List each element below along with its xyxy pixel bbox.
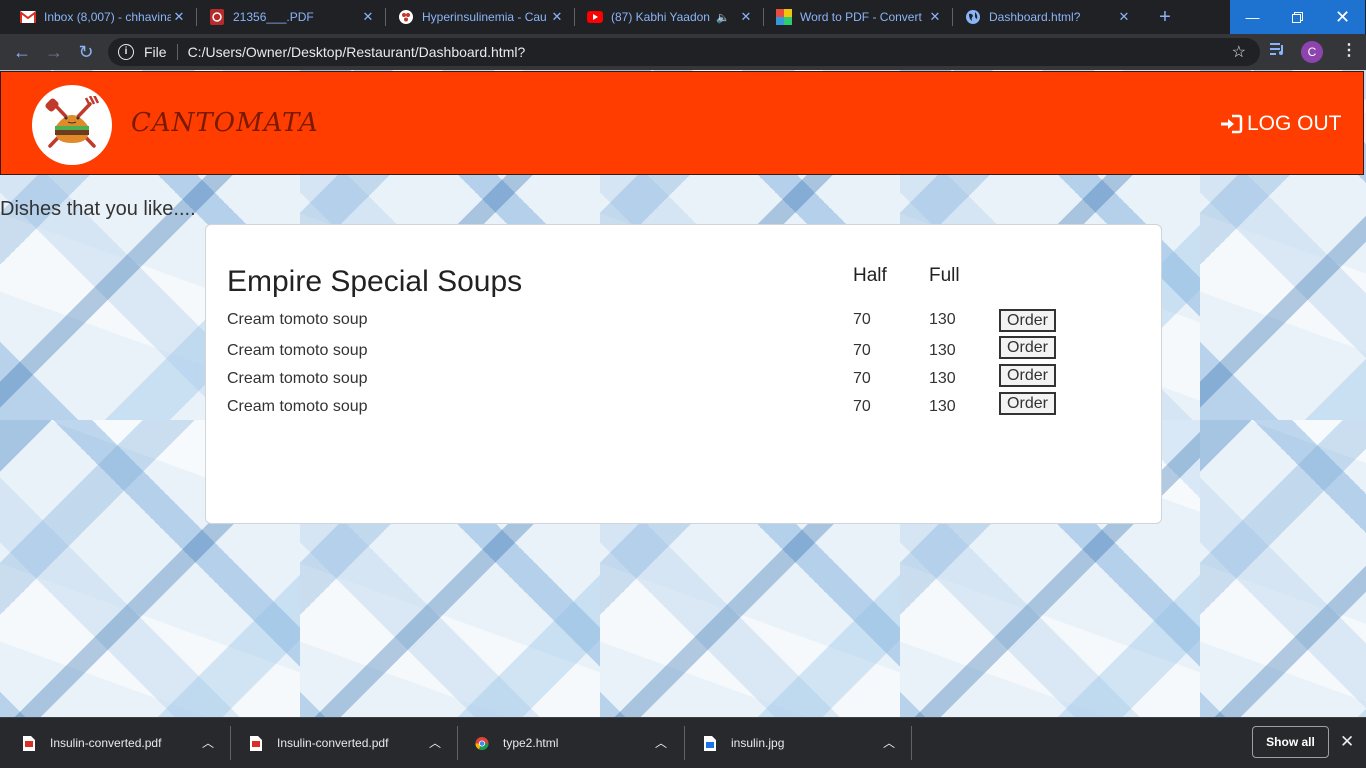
tab-strip: Inbox (8,007) - chhavina ✕ 21356___.PDF …	[0, 0, 1366, 34]
full-price: 130	[929, 398, 956, 415]
menu-kebab-icon[interactable]: ⋮	[1341, 40, 1357, 60]
pdf-file-icon	[249, 735, 263, 751]
chevron-up-icon[interactable]: ︿	[202, 734, 214, 751]
order-button[interactable]: Order	[999, 364, 1056, 387]
site-icon	[398, 9, 414, 25]
menu-item-row: Cream tomoto soup 70 130 Order	[206, 364, 1161, 394]
show-all-button[interactable]: Show all	[1252, 726, 1329, 758]
half-price: 70	[853, 311, 871, 328]
order-button[interactable]: Order	[999, 392, 1056, 415]
tab-title: 21356___.PDF	[233, 10, 314, 24]
chevron-up-icon[interactable]: ︿	[883, 734, 895, 751]
reload-icon[interactable]: ↻	[76, 42, 96, 62]
full-price: 130	[929, 342, 956, 359]
chrome-icon	[475, 735, 489, 751]
sign-in-icon	[1219, 114, 1243, 134]
dish-name: Cream tomoto soup	[227, 342, 368, 359]
close-tab-icon[interactable]: ✕	[171, 9, 187, 25]
tab-gmail[interactable]: Inbox (8,007) - chhavina ✕	[0, 0, 197, 34]
menu-item-row: Cream tomoto soup 70 130 Order	[206, 309, 1161, 335]
tab-word-to-pdf[interactable]: Word to PDF - Convert ✕	[756, 0, 953, 34]
url-text[interactable]: C:/Users/Owner/Desktop/Restaurant/Dashbo…	[188, 44, 526, 60]
bookmark-star-icon[interactable]: ☆	[1232, 42, 1246, 62]
full-price: 130	[929, 370, 956, 387]
url-scheme: File	[144, 44, 167, 60]
tab-pdf[interactable]: 21356___.PDF ✕	[189, 0, 386, 34]
download-filename: Insulin-converted.pdf	[50, 736, 162, 750]
download-shelf: Insulin-converted.pdf ︿ Insulin-converte…	[0, 717, 1366, 768]
tab-title: Dashboard.html?	[989, 10, 1081, 24]
download-filename: Insulin-converted.pdf	[277, 736, 389, 750]
info-icon[interactable]: i	[118, 44, 134, 60]
pdf-icon	[209, 9, 225, 25]
close-tab-icon[interactable]: ✕	[360, 9, 376, 25]
forward-arrow-icon[interactable]: →	[44, 42, 64, 62]
app-navbar: CANTOMATA LOG OUT	[0, 71, 1364, 175]
chevron-up-icon[interactable]: ︿	[429, 734, 441, 751]
close-tab-icon[interactable]: ✕	[1116, 9, 1132, 25]
logout-label: LOG OUT	[1247, 112, 1342, 135]
column-header-full: Full	[929, 265, 960, 286]
restore-button[interactable]	[1275, 0, 1320, 34]
dish-name: Cream tomoto soup	[227, 370, 368, 387]
full-price: 130	[929, 311, 956, 328]
download-separator	[457, 726, 458, 760]
pdf-file-icon	[22, 735, 36, 751]
section-title: Empire Special Soups	[227, 265, 523, 298]
menu-item-row: Cream tomoto soup 70 130 Order	[206, 336, 1161, 366]
dish-name: Cream tomoto soup	[227, 398, 368, 415]
burger-logo-icon[interactable]	[32, 85, 112, 165]
half-price: 70	[853, 398, 871, 415]
close-icon[interactable]: ✕	[1340, 732, 1354, 752]
page-content: CANTOMATA LOG OUT Dishes that you like..…	[0, 70, 1366, 717]
brand-name: CANTOMATA	[131, 108, 319, 138]
ilovepdf-icon	[776, 9, 792, 25]
download-separator	[911, 726, 912, 760]
browser-toolbar: ← → ↻ i File C:/Users/Owner/Desktop/Rest…	[0, 34, 1366, 70]
download-item[interactable]: Insulin-converted.pdf ︿	[249, 718, 449, 768]
download-separator	[230, 726, 231, 760]
new-tab-button[interactable]: +	[1154, 6, 1176, 29]
gmail-icon	[20, 9, 36, 25]
media-queue-icon[interactable]	[1270, 42, 1286, 61]
half-price: 70	[853, 370, 871, 387]
url-divider	[176, 44, 178, 60]
minimize-button[interactable]: —	[1230, 0, 1275, 34]
tab-title: Inbox (8,007) - chhavina	[44, 10, 171, 24]
close-tab-icon[interactable]: ✕	[738, 9, 754, 25]
download-item[interactable]: insulin.jpg ︿	[703, 718, 903, 768]
speaker-icon[interactable]: 🔈	[716, 11, 730, 24]
globe-icon	[965, 9, 981, 25]
tab-title: Word to PDF - Convert	[800, 10, 922, 24]
download-separator	[684, 726, 685, 760]
download-filename: type2.html	[503, 736, 559, 750]
youtube-icon	[587, 9, 603, 25]
tab-dashboard[interactable]: Dashboard.html? ✕	[945, 0, 1142, 34]
image-file-icon	[703, 735, 717, 751]
tab-youtube[interactable]: (87) Kabhi Yaadon 🔈 ✕	[567, 0, 764, 34]
download-filename: insulin.jpg	[731, 736, 785, 750]
logout-button[interactable]: LOG OUT	[1219, 112, 1342, 136]
column-header-half: Half	[853, 265, 887, 286]
tab-title: (87) Kabhi Yaadon	[611, 10, 710, 24]
order-button[interactable]: Order	[999, 336, 1056, 359]
half-price: 70	[853, 342, 871, 359]
close-window-button[interactable]: ✕	[1320, 0, 1365, 34]
back-arrow-icon[interactable]: ←	[12, 42, 32, 62]
close-tab-icon[interactable]: ✕	[927, 9, 943, 25]
download-item[interactable]: Insulin-converted.pdf ︿	[22, 718, 222, 768]
address-bar[interactable]: i File C:/Users/Owner/Desktop/Restaurant…	[108, 38, 1260, 66]
tab-hyperinsulinemia[interactable]: Hyperinsulinemia - Cau ✕	[378, 0, 575, 34]
dish-name: Cream tomoto soup	[227, 311, 368, 328]
close-tab-icon[interactable]: ✕	[549, 9, 565, 25]
order-button[interactable]: Order	[999, 309, 1056, 332]
menu-item-row: Cream tomoto soup 70 130 Order	[206, 392, 1161, 422]
page-subtitle: Dishes that you like....	[0, 198, 196, 220]
download-item[interactable]: type2.html ︿	[475, 718, 675, 768]
tab-title: Hyperinsulinemia - Cau	[422, 10, 547, 24]
chevron-up-icon[interactable]: ︿	[655, 734, 667, 751]
menu-card: Empire Special Soups Half Full Cream tom…	[205, 224, 1162, 524]
profile-avatar[interactable]: C	[1301, 41, 1323, 63]
